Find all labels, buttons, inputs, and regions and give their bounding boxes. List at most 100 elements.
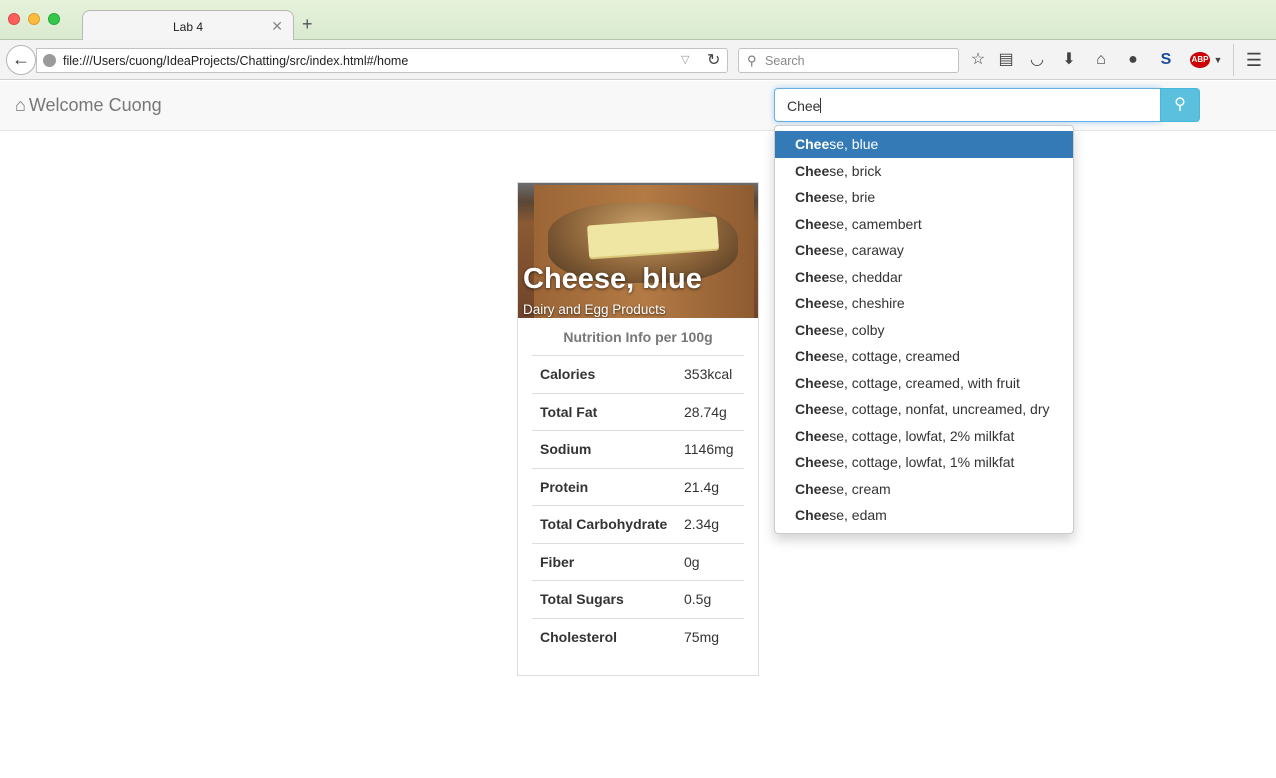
autocomplete-rest: se, camembert	[829, 215, 922, 232]
autocomplete-match: Chee	[795, 401, 830, 417]
nutrient-label: Total Fat	[532, 392, 676, 431]
autocomplete-item[interactable]: Cheese, edam	[775, 502, 1073, 529]
back-button[interactable]: ←	[6, 45, 36, 75]
nutrient-label: Protein	[532, 467, 676, 506]
autocomplete-rest: se, cottage, creamed, with fruit	[829, 374, 1020, 391]
nutrient-label: Total Carbohydrate	[532, 505, 676, 543]
page-header: ⌂ Welcome Cuong Chee ⚲	[0, 81, 1276, 131]
autocomplete-item[interactable]: Cheese, cheshire	[775, 290, 1073, 317]
autocomplete-rest: se, cheddar	[829, 268, 903, 285]
autocomplete-rest: se, cheshire	[829, 295, 905, 311]
autocomplete-item[interactable]: Cheese, brie	[775, 184, 1073, 211]
autocomplete-match: Chee	[795, 295, 830, 311]
hamburger-menu-icon[interactable]: ☰	[1243, 50, 1265, 70]
food-image: Cheese, blue Dairy and Egg Products	[518, 183, 758, 318]
nutrition-row: Sodium 1146mg	[532, 430, 744, 468]
nutrient-label: Total Sugars	[532, 580, 676, 618]
autocomplete-item[interactable]: Cheese, cottage, creamed	[775, 343, 1073, 370]
toolbar-separator	[1233, 44, 1234, 76]
window-maximize-button[interactable]	[48, 13, 60, 25]
autocomplete-item[interactable]: Cheese, colby	[775, 317, 1073, 344]
url-bar[interactable]: file:///Users/cuong/IdeaProjects/Chattin…	[36, 48, 728, 73]
autocomplete-item[interactable]: Cheese, cottage, lowfat, 2% milkfat	[775, 423, 1073, 450]
url-text: file:///Users/cuong/IdeaProjects/Chattin…	[63, 54, 409, 68]
search-button[interactable]: ⚲	[1160, 88, 1200, 122]
adblock-icon[interactable]: ABP	[1190, 52, 1210, 68]
nutrition-row: Total Fat 28.74g	[532, 392, 744, 431]
nutrient-label: Cholesterol	[532, 617, 676, 656]
autocomplete-item[interactable]: Cheese, cream	[775, 476, 1073, 503]
nutrition-table: Calories 353kcal Total Fat 28.74g Sodium 1146…	[532, 355, 744, 656]
nutrition-row: Protein 21.4g	[532, 467, 744, 506]
browser-search-bar[interactable]: ⚲ Search	[738, 48, 959, 73]
nutrient-label: Fiber	[532, 542, 676, 581]
autocomplete-dropdown: Cheese, blue Cheese, brick Cheese, brie Che…	[774, 125, 1074, 534]
autocomplete-rest: se, edam	[829, 507, 887, 523]
autocomplete-item[interactable]: Cheese, blue	[775, 131, 1073, 158]
autocomplete-match: Chee	[795, 454, 830, 470]
autocomplete-item[interactable]: Cheese, cheddar	[775, 264, 1073, 291]
search-value: Chee	[787, 98, 821, 114]
autocomplete-item[interactable]: Cheese, cottage, lowfat, 1% milkfat	[775, 449, 1073, 476]
new-tab-button[interactable]: +	[302, 15, 313, 33]
autocomplete-item[interactable]: Cheese, brick	[775, 158, 1073, 185]
window-close-button[interactable]	[8, 13, 20, 25]
autocomplete-rest: se, blue	[829, 136, 879, 152]
window-minimize-button[interactable]	[28, 13, 40, 25]
brand-link[interactable]: ⌂ Welcome Cuong	[15, 95, 162, 116]
reading-list-icon[interactable]: ▤	[996, 50, 1016, 70]
autocomplete-match: Chee	[795, 374, 830, 391]
autocomplete-match: Chee	[795, 348, 830, 364]
autocomplete-item[interactable]: Cheese, camembert	[775, 211, 1073, 238]
nutrient-value: 2.34g	[676, 505, 744, 543]
nutrient-label: Sodium	[532, 430, 676, 468]
nutrition-row: Calories 353kcal	[532, 355, 744, 393]
autocomplete-match: Chee	[795, 268, 830, 285]
autocomplete-match: Chee	[795, 427, 830, 444]
autocomplete-match: Chee	[795, 162, 830, 179]
nutrition-row: Fiber 0g	[532, 542, 744, 581]
url-dropdown-icon[interactable]: ▽	[681, 53, 689, 66]
chat-icon[interactable]: ●	[1123, 50, 1143, 70]
text-cursor	[820, 98, 822, 113]
browser-tab[interactable]: Lab 4 ✕	[82, 10, 294, 41]
autocomplete-rest: se, brick	[829, 162, 882, 179]
autocomplete-match: Chee	[795, 136, 830, 152]
nutrition-heading: Nutrition Info per 100g	[563, 329, 713, 345]
food-search-input[interactable]: Chee	[774, 88, 1161, 122]
nutrient-value: 75mg	[676, 617, 744, 656]
autocomplete-item[interactable]: Cheese, caraway	[775, 237, 1073, 264]
bookmark-star-icon[interactable]: ☆	[968, 50, 988, 70]
food-card: Cheese, blue Dairy and Egg Products Nutr…	[517, 182, 759, 676]
chevron-down-icon[interactable]: ▼	[1208, 50, 1228, 70]
brand-text: Welcome Cuong	[28, 95, 162, 115]
autocomplete-item[interactable]: Cheese, cottage, nonfat, uncreamed, dry	[775, 396, 1073, 423]
download-icon[interactable]: ⬇	[1059, 50, 1079, 70]
cheese-slice	[587, 216, 719, 258]
tab-title: Lab 4	[172, 20, 204, 34]
nutrient-value: 0.5g	[676, 580, 744, 618]
autocomplete-rest: se, cottage, nonfat, uncreamed, dry	[829, 401, 1050, 417]
s-extension-icon[interactable]: S	[1156, 50, 1176, 70]
autocomplete-match: Chee	[795, 480, 830, 497]
nutrient-value: 28.74g	[676, 392, 744, 431]
nutrient-label: Calories	[532, 355, 676, 393]
tab-close-icon[interactable]: ✕	[271, 18, 283, 35]
pocket-icon[interactable]: ◡	[1027, 50, 1047, 70]
nutrition-row: Total Sugars 0.5g	[532, 580, 744, 618]
nutrition-row: Total Carbohydrate 2.34g	[532, 505, 744, 543]
browser-search-placeholder: Search	[765, 54, 805, 68]
browser-toolbar: ← file:///Users/cuong/IdeaProjects/Chatt…	[0, 40, 1276, 80]
nutrient-value: 21.4g	[676, 467, 744, 506]
search-icon: ⚲	[1174, 96, 1186, 113]
autocomplete-item[interactable]: Cheese, cottage, creamed, with fruit	[775, 370, 1073, 397]
globe-icon	[43, 54, 56, 67]
home-button-icon[interactable]: ⌂	[1091, 50, 1111, 70]
autocomplete-match: Chee	[795, 189, 830, 205]
food-title: Cheese, blue	[523, 263, 702, 295]
autocomplete-match: Chee	[795, 215, 830, 232]
autocomplete-rest: se, cottage, creamed	[829, 348, 960, 364]
nutrient-value: 0g	[676, 542, 744, 581]
reload-icon[interactable]: ↻	[707, 50, 720, 70]
autocomplete-match: Chee	[795, 507, 830, 523]
